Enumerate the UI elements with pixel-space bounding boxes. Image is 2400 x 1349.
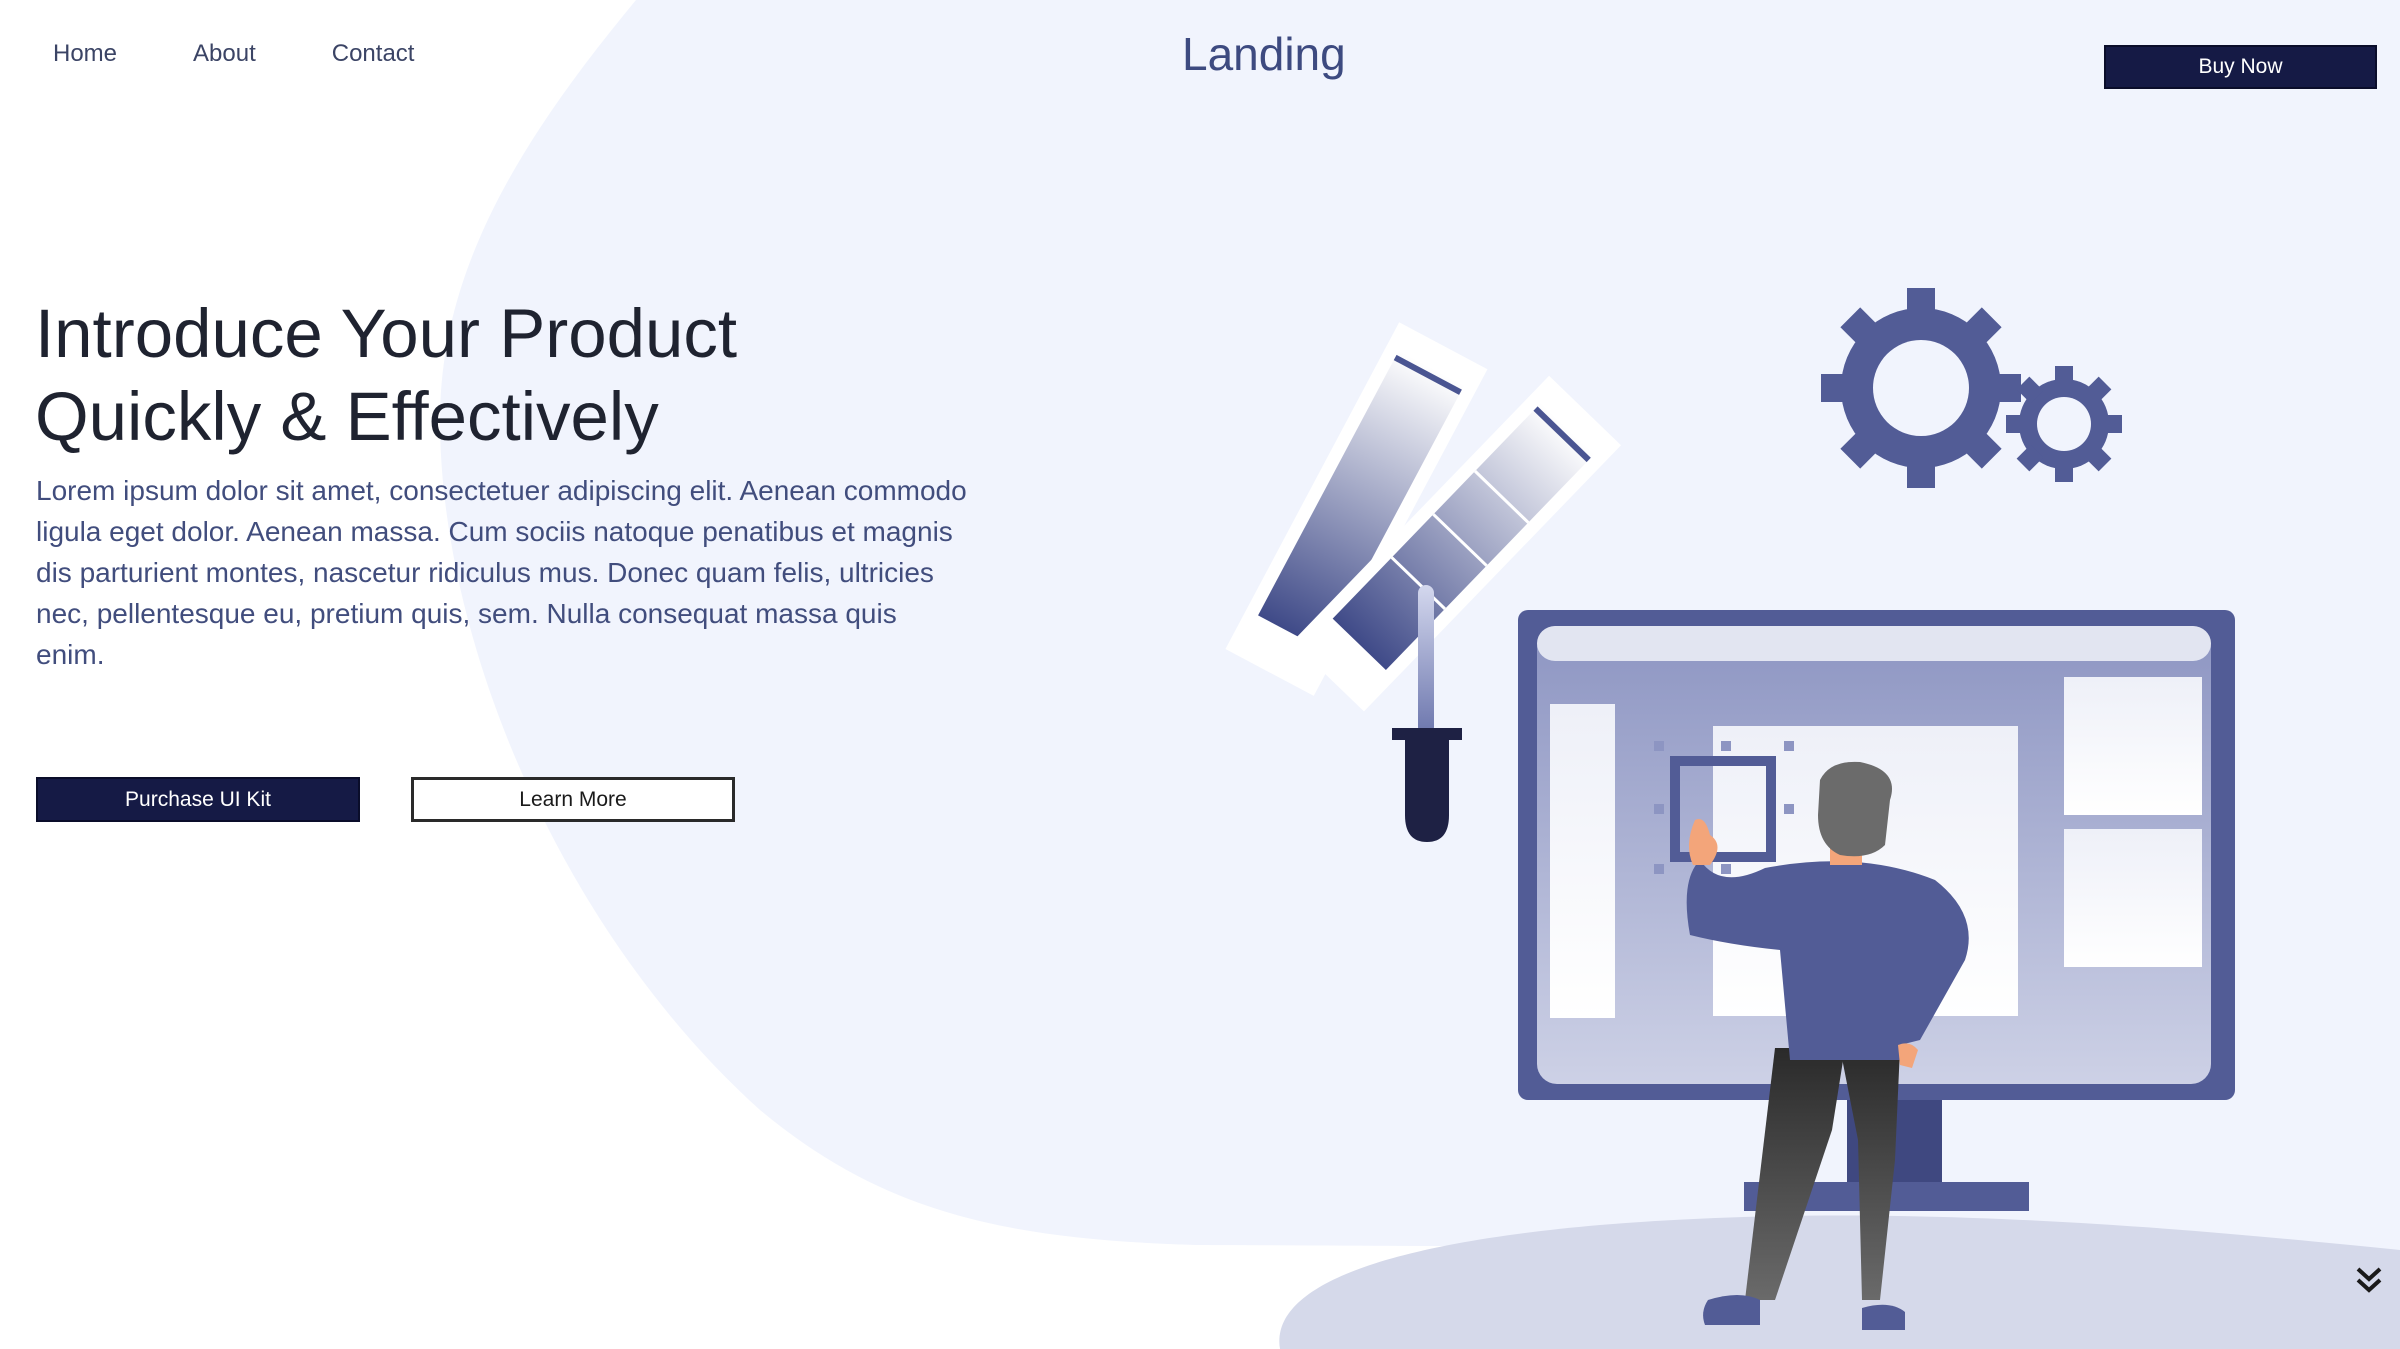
landing-page: Home About Contact Landing Buy Now Intro… [0, 0, 2400, 1349]
ground-shape [1279, 1215, 2400, 1349]
double-chevron-down-icon[interactable] [2352, 1263, 2386, 1297]
small-gear-icon [2006, 366, 2122, 482]
hero-illustration [1225, 288, 2400, 1349]
gear-icon [1821, 288, 2021, 488]
